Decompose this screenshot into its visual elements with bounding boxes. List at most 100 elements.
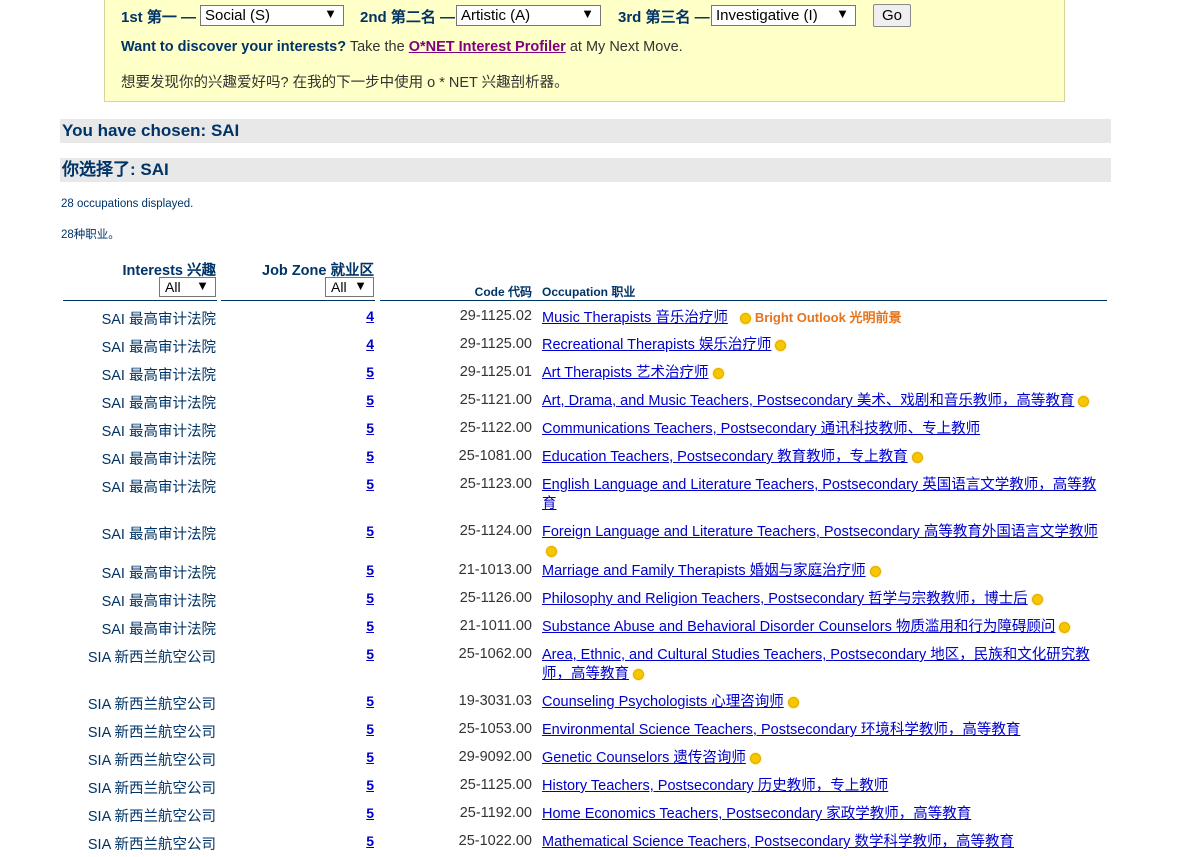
occupation-link[interactable]: Art, Drama, and Music Teachers, Postseco…	[542, 393, 1074, 409]
occupation-count: 28 occupations displayed.	[61, 198, 194, 210]
occupation-cell: Art, Drama, and Music Teachers, Postseco…	[542, 392, 1108, 411]
occupation-code-cell: 25-1053.00	[458, 721, 532, 737]
occupation-cell: Education Teachers, Postsecondary 教育教师，专…	[542, 448, 1108, 467]
occupation-link[interactable]: History Teachers, Postsecondary 历史教师，专上教…	[542, 778, 888, 794]
dropdown-arrow-icon: ▼	[324, 6, 337, 21]
header-divider	[380, 300, 1107, 301]
occupation-cell: Genetic Counselors 遗传咨询师	[542, 749, 1108, 768]
interest-chooser-panel: 1st 第一 — Social (S) ▼ 2nd 第二名 — Artistic…	[104, 0, 1065, 102]
occupation-code-cell: 29-1125.00	[459, 336, 532, 352]
job-zone-link[interactable]: 5	[366, 646, 374, 662]
second-interest-label: 2nd 第二名 —	[360, 9, 456, 26]
job-zone-link[interactable]: 5	[366, 448, 374, 464]
occupation-link[interactable]: Mathematical Science Teachers, Postsecon…	[542, 834, 1014, 850]
interest-code-cell: SAI 最高审计法院	[101, 527, 216, 543]
bright-outlook-sun-icon	[787, 696, 799, 708]
bright-outlook-sun-icon	[712, 367, 724, 379]
occupation-link[interactable]: Philosophy and Religion Teachers, Postse…	[542, 591, 1028, 607]
interests-filter-value: All	[165, 279, 181, 295]
occupation-code-cell: 29-1125.01	[459, 364, 532, 380]
occupation-cell: Foreign Language and Literature Teachers…	[542, 523, 1108, 561]
job-zone-link[interactable]: 5	[366, 693, 374, 709]
first-interest-select[interactable]: Social (S) ▼	[200, 5, 344, 26]
occupation-link[interactable]: Foreign Language and Literature Teachers…	[542, 524, 1098, 540]
job-zone-link[interactable]: 4	[366, 336, 374, 352]
bright-outlook-sun-icon	[1031, 593, 1043, 605]
occupation-cell: Area, Ethnic, and Cultural Studies Teach…	[542, 646, 1108, 684]
interest-code-cell: SAI 最高审计法院	[101, 424, 216, 440]
bright-outlook-sun-icon	[633, 668, 644, 680]
occupation-code-cell: 25-1081.00	[458, 448, 532, 464]
job-zone-link[interactable]: 5	[366, 833, 374, 849]
occupation-link[interactable]: Substance Abuse and Behavioral Disorder …	[542, 619, 1055, 635]
job-zone-link[interactable]: 5	[366, 562, 374, 578]
occupation-link[interactable]: Counseling Psychologists 心理咨询师	[542, 694, 784, 710]
occupation-code-cell: 21-1011.00	[459, 618, 532, 634]
job-zone-link[interactable]: 5	[366, 721, 374, 737]
bright-outlook-sun-icon	[869, 565, 881, 577]
second-interest-value: Artistic (A)	[461, 7, 531, 24]
bright-outlook-sun-icon	[749, 752, 761, 764]
job-zone-link[interactable]: 5	[366, 805, 374, 821]
third-interest-select[interactable]: Investigative (I) ▼	[711, 5, 856, 26]
first-interest-label: 1st 第一 —	[121, 9, 197, 26]
promo-post: at My Next Move.	[569, 39, 683, 55]
go-button[interactable]: Go	[873, 4, 911, 27]
occupation-link[interactable]: Communications Teachers, Postsecondary 通…	[542, 421, 980, 437]
interest-code-cell: SAI 最高审计法院	[101, 566, 216, 582]
occupation-cell: Environmental Science Teachers, Postseco…	[542, 721, 1108, 740]
interest-code-cell: SIA 新西兰航空公司	[87, 837, 216, 853]
bright-outlook-sun-icon	[546, 545, 557, 557]
job-zone-link[interactable]: 5	[366, 420, 374, 436]
interest-code-cell: SAI 最高审计法院	[101, 594, 216, 610]
job-zone-link[interactable]: 5	[366, 590, 374, 606]
job-zone-link[interactable]: 5	[366, 777, 374, 793]
occupation-link[interactable]: Area, Ethnic, and Cultural Studies Teach…	[542, 647, 1090, 682]
occupation-link[interactable]: Genetic Counselors 遗传咨询师	[542, 750, 746, 766]
job-zone-link[interactable]: 5	[366, 749, 374, 765]
job-zone-link[interactable]: 4	[366, 308, 374, 324]
occupation-link[interactable]: Recreational Therapists 娱乐治疗师	[542, 337, 771, 353]
occupation-link[interactable]: Marriage and Family Therapists 婚姻与家庭治疗师	[542, 563, 866, 579]
occupation-cell: Art Therapists 艺术治疗师	[542, 364, 1108, 383]
zone-filter-value: All	[331, 279, 347, 295]
job-zone-link[interactable]: 5	[366, 476, 374, 492]
dropdown-arrow-icon: ▼	[196, 278, 209, 293]
interest-code-cell: SAI 最高审计法院	[101, 368, 216, 384]
occupation-link[interactable]: Environmental Science Teachers, Postseco…	[542, 722, 1020, 738]
occupation-link[interactable]: English Language and Literature Teachers…	[542, 477, 1096, 512]
bright-outlook-sun-icon	[739, 312, 751, 324]
occupation-code-cell: 25-1126.00	[459, 590, 532, 606]
interest-code-cell: SAI 最高审计法院	[101, 452, 216, 468]
profiler-promo: Want to discover your interests? Take th…	[121, 39, 683, 55]
interest-code-cell: SAI 最高审计法院	[101, 480, 216, 496]
job-zone-link[interactable]: 5	[366, 618, 374, 634]
second-interest-select[interactable]: Artistic (A) ▼	[456, 5, 601, 26]
chosen-heading: You have chosen: SAI	[60, 119, 1111, 143]
interest-code-cell: SAI 最高审计法院	[101, 340, 216, 356]
occupation-code-cell: 25-1123.00	[459, 476, 532, 492]
interests-filter-select[interactable]: All ▼	[159, 277, 216, 297]
dropdown-arrow-icon: ▼	[354, 278, 367, 293]
interest-code-cell: SAI 最高审计法院	[101, 622, 216, 638]
job-zone-link[interactable]: 5	[366, 364, 374, 380]
occupation-code-cell: 25-1022.00	[458, 833, 532, 849]
occupation-count-zh: 28种职业。	[61, 229, 120, 241]
header-divider	[221, 300, 375, 301]
job-zone-link[interactable]: 5	[366, 523, 374, 539]
bright-outlook-sun-icon	[1078, 395, 1090, 407]
zone-filter-select[interactable]: All ▼	[325, 277, 374, 297]
occupation-code-cell: 21-1013.00	[458, 562, 532, 578]
occupation-link[interactable]: Art Therapists 艺术治疗师	[542, 365, 709, 381]
job-zone-link[interactable]: 5	[366, 392, 374, 408]
bright-outlook-sun-icon	[775, 339, 787, 351]
occupation-link[interactable]: Home Economics Teachers, Postsecondary 家…	[542, 806, 971, 822]
interest-code-cell: SIA 新西兰航空公司	[87, 781, 216, 797]
occupation-link[interactable]: Education Teachers, Postsecondary 教育教师，专…	[542, 449, 908, 465]
occupation-link[interactable]: Music Therapists 音乐治疗师	[542, 310, 728, 326]
col-occupation-header: Occupation 职业	[542, 285, 636, 299]
occupation-code-cell: 25-1062.00	[458, 646, 532, 662]
interest-profiler-link[interactable]: O*NET Interest Profiler	[409, 39, 566, 55]
bright-outlook-sun-icon	[911, 451, 923, 463]
occupation-cell: Communications Teachers, Postsecondary 通…	[542, 420, 1108, 439]
